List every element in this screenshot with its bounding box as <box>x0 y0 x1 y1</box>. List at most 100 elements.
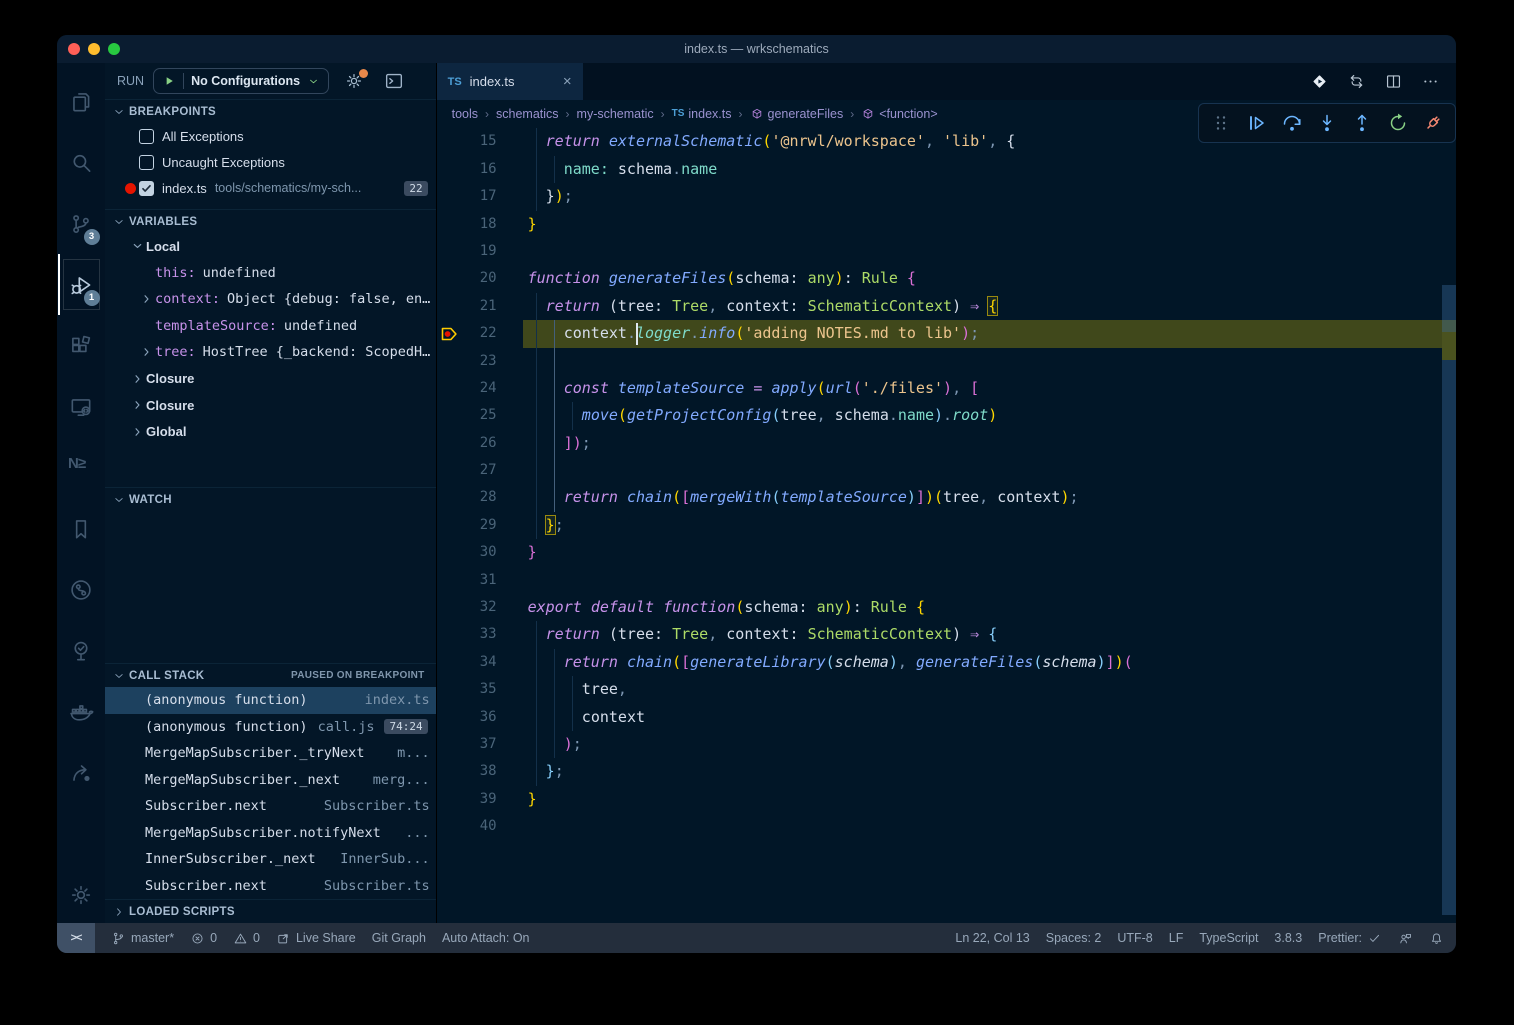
code-line-38[interactable]: 38}; <box>437 758 1442 785</box>
breakpoint-row[interactable]: Uncaught Exceptions <box>105 149 436 175</box>
minimize-button[interactable] <box>88 43 100 55</box>
variable-row[interactable]: templateSource:undefined <box>105 313 436 340</box>
auto-attach[interactable]: Auto Attach: On <box>442 931 530 945</box>
code-line-34[interactable]: 34return chain([generateLibrary(schema),… <box>437 649 1442 676</box>
call-stack-frame[interactable]: Subscriber.nextSubscriber.ts <box>105 873 436 900</box>
eol[interactable]: LF <box>1169 931 1184 945</box>
breakpoint-checkbox[interactable] <box>139 129 154 144</box>
activity-source-control[interactable]: 3 <box>58 193 105 254</box>
code-line-40[interactable]: 40 <box>437 813 1442 840</box>
code-line-25[interactable]: 25move(getProjectConfig(tree, schema.nam… <box>437 402 1442 429</box>
editor-scrollbar[interactable] <box>1442 285 1456 915</box>
tab-close-icon[interactable]: × <box>563 73 572 90</box>
typescript-version[interactable]: 3.8.3 <box>1274 931 1302 945</box>
variable-row[interactable]: tree:HostTree {_backend: ScopedH… <box>105 339 436 366</box>
breakpoints-header[interactable]: BREAKPOINTS <box>105 99 436 123</box>
breadcrumb-item[interactable]: TSindex.ts <box>672 107 732 121</box>
zoom-button[interactable] <box>108 43 120 55</box>
code-line-21[interactable]: 21return (tree: Tree, context: Schematic… <box>437 293 1442 320</box>
scope-row[interactable]: Local <box>105 233 436 260</box>
remote-indicator[interactable]: >< <box>57 923 95 953</box>
breakpoint-current-line-icon[interactable] <box>439 324 459 344</box>
code-line-26[interactable]: 26]); <box>437 430 1442 457</box>
variable-row[interactable]: this:undefined <box>105 260 436 287</box>
breadcrumb-item[interactable]: <function> <box>861 107 937 121</box>
breadcrumb-item[interactable]: my-schematic <box>577 107 654 121</box>
debug-diamond[interactable] <box>1310 72 1329 91</box>
scope-row[interactable]: Closure <box>105 366 436 393</box>
watch-header[interactable]: WATCH <box>105 487 436 511</box>
code-line-18[interactable]: 18} <box>437 211 1442 238</box>
notifications[interactable] <box>1429 931 1444 946</box>
code-line-36[interactable]: 36context <box>437 704 1442 731</box>
titlebar[interactable]: index.ts — wrkschematics <box>57 35 1456 63</box>
code-line-17[interactable]: 17}); <box>437 183 1442 210</box>
loaded-scripts-header[interactable]: LOADED SCRIPTS <box>105 899 436 923</box>
call-stack-frame[interactable]: Subscriber.nextSubscriber.ts <box>105 793 436 820</box>
split-editor[interactable] <box>1384 72 1403 91</box>
code-line-39[interactable]: 39} <box>437 786 1442 813</box>
close-button[interactable] <box>68 43 80 55</box>
code-line-16[interactable]: 16name: schema.name <box>437 156 1442 183</box>
code-line-20[interactable]: 20function generateFiles(schema: any): R… <box>437 265 1442 292</box>
tab-index-ts[interactable]: TS index.ts × <box>437 63 583 100</box>
activity-docker[interactable] <box>58 681 105 742</box>
step-out-button[interactable] <box>1350 111 1374 135</box>
code-line-29[interactable]: 29}; <box>437 512 1442 539</box>
activity-run-and-debug[interactable]: 1 <box>58 254 105 315</box>
code-line-32[interactable]: 32export default function(schema: any): … <box>437 594 1442 621</box>
git-branch[interactable]: master* <box>111 931 174 946</box>
code-line-23[interactable]: 23 <box>437 348 1442 375</box>
debug-settings-button[interactable] <box>344 71 364 91</box>
activity-git-graph[interactable] <box>58 559 105 620</box>
activity-todo-tree[interactable] <box>58 620 105 681</box>
feedback[interactable] <box>1398 931 1413 946</box>
cursor-position[interactable]: Ln 22, Col 13 <box>955 931 1029 945</box>
call-stack-header[interactable]: CALL STACK PAUSED ON BREAKPOINT <box>105 663 436 687</box>
call-stack-frame[interactable]: (anonymous function)call.js74:24 <box>105 714 436 741</box>
activity-bookmarks[interactable] <box>58 498 105 559</box>
call-stack-frame[interactable]: (anonymous function)index.ts <box>105 687 436 714</box>
prettier[interactable]: Prettier: <box>1318 931 1382 946</box>
activity-manage[interactable] <box>58 867 105 923</box>
git-graph-status[interactable]: Git Graph <box>372 931 426 945</box>
activity-explorer[interactable] <box>58 71 105 132</box>
code-line-19[interactable]: 19 <box>437 238 1442 265</box>
drag-handle[interactable] <box>1209 111 1233 135</box>
debug-config-dropdown[interactable]: No Configurations <box>153 68 329 94</box>
breadcrumb-item[interactable]: schematics <box>496 107 559 121</box>
activity-share[interactable] <box>58 742 105 803</box>
code-line-28[interactable]: 28return chain([mergeWith(templateSource… <box>437 484 1442 511</box>
code-line-27[interactable]: 27 <box>437 457 1442 484</box>
more-actions[interactable] <box>1421 72 1440 91</box>
variables-header[interactable]: VARIABLES <box>105 209 436 233</box>
breadcrumb-item[interactable]: generateFiles <box>750 107 844 121</box>
activity-search[interactable] <box>58 132 105 193</box>
scope-row[interactable]: Closure <box>105 392 436 419</box>
debug-console-button[interactable] <box>383 70 405 92</box>
code-line-24[interactable]: 24const templateSource = apply(url('./fi… <box>437 375 1442 402</box>
code-line-37[interactable]: 37); <box>437 731 1442 758</box>
restart-button[interactable] <box>1386 111 1410 135</box>
activity-remote-explorer[interactable] <box>58 376 105 437</box>
language-mode[interactable]: TypeScript <box>1199 931 1258 945</box>
code-line-35[interactable]: 35tree, <box>437 676 1442 703</box>
disconnect-button[interactable] <box>1421 111 1445 135</box>
code-line-31[interactable]: 31 <box>437 567 1442 594</box>
variable-row[interactable]: context:Object {debug: false, en… <box>105 286 436 313</box>
breakpoint-row[interactable]: All Exceptions <box>105 123 436 149</box>
code-line-22[interactable]: 22context.logger.info('adding NOTES.md t… <box>437 320 1442 347</box>
breakpoint-checkbox[interactable] <box>139 155 154 170</box>
encoding[interactable]: UTF-8 <box>1117 931 1152 945</box>
activity-extensions[interactable] <box>58 315 105 376</box>
call-stack-frame[interactable]: MergeMapSubscriber._nextmerg... <box>105 767 436 794</box>
call-stack-frame[interactable]: InnerSubscriber._nextInnerSub... <box>105 846 436 873</box>
code-editor[interactable]: 14function generateLibrary(schema: any):… <box>437 127 1456 923</box>
scope-row[interactable]: Global <box>105 419 436 446</box>
code-line-33[interactable]: 33return (tree: Tree, context: Schematic… <box>437 621 1442 648</box>
continue-button[interactable] <box>1244 111 1268 135</box>
call-stack-frame[interactable]: MergeMapSubscriber._tryNextm... <box>105 740 436 767</box>
indentation[interactable]: Spaces: 2 <box>1046 931 1102 945</box>
breadcrumb-item[interactable]: tools <box>452 107 478 121</box>
warnings[interactable]: 0 <box>233 931 260 946</box>
